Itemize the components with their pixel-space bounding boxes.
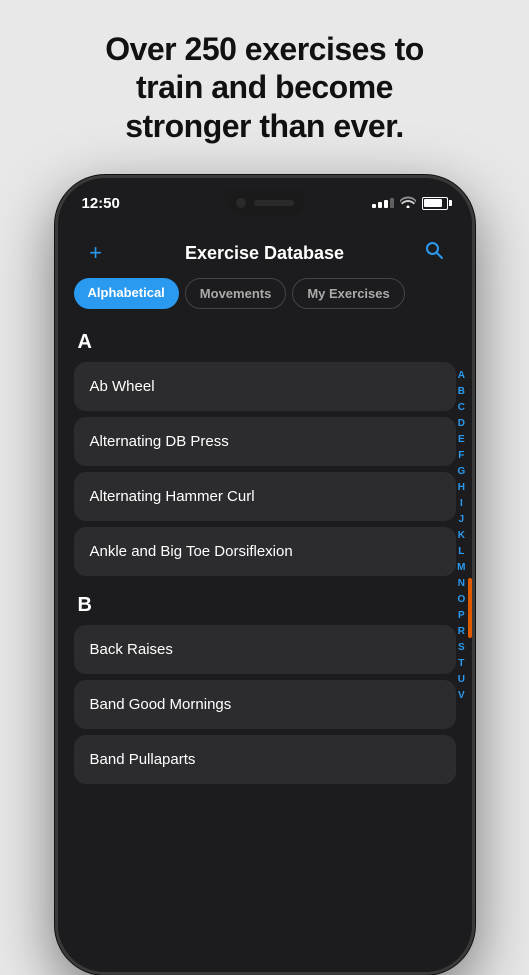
add-exercise-button[interactable]: + <box>78 240 114 266</box>
hero-line2: train and become <box>136 69 393 105</box>
alpha-c[interactable]: C <box>458 400 465 415</box>
alpha-e[interactable]: E <box>458 432 465 447</box>
search-button[interactable] <box>416 240 452 266</box>
alpha-d[interactable]: D <box>458 416 465 431</box>
alphabet-sidebar: A B C D E F G H I J K L M N O P R S T U <box>457 368 465 962</box>
scroll-indicator <box>468 578 472 638</box>
alpha-j[interactable]: J <box>459 512 465 527</box>
section-header-b: B <box>74 582 456 625</box>
exercise-item[interactable]: Alternating Hammer Curl <box>74 472 456 521</box>
exercise-item[interactable]: Back Raises <box>74 625 456 674</box>
status-icons <box>372 195 448 211</box>
exercise-item[interactable]: Band Pullaparts <box>74 735 456 784</box>
alpha-u[interactable]: U <box>458 672 465 687</box>
camera-dot <box>236 198 246 208</box>
alpha-i[interactable]: I <box>460 496 463 511</box>
speaker <box>254 200 294 206</box>
tab-alphabetical[interactable]: Alphabetical <box>74 278 179 309</box>
exercise-item[interactable]: Band Good Mornings <box>74 680 456 729</box>
alpha-o[interactable]: O <box>457 592 465 607</box>
alpha-r[interactable]: R <box>458 624 465 639</box>
alpha-f[interactable]: F <box>458 448 464 463</box>
status-bar: 12:50 <box>58 178 472 228</box>
signal-bars <box>372 198 394 208</box>
phone-frame: 12:50 <box>55 175 475 975</box>
alpha-s[interactable]: S <box>458 640 465 655</box>
app-header: + Exercise Database <box>58 228 472 274</box>
phone-container: 12:50 <box>55 175 475 975</box>
wifi-icon <box>400 195 416 211</box>
tab-movements[interactable]: Movements <box>185 278 287 309</box>
exercise-item[interactable]: Alternating DB Press <box>74 417 456 466</box>
alpha-t[interactable]: T <box>458 656 464 671</box>
camera-notch <box>225 190 305 216</box>
tab-my-exercises[interactable]: My Exercises <box>292 278 404 309</box>
alpha-v[interactable]: V <box>458 688 465 703</box>
hero-line3: stronger than ever. <box>125 108 404 144</box>
alpha-p[interactable]: P <box>458 608 465 623</box>
status-time: 12:50 <box>82 195 120 212</box>
alpha-n[interactable]: N <box>458 576 465 591</box>
exercises-list[interactable]: A Ab Wheel Alternating DB Press Alternat… <box>58 319 472 972</box>
hero-text: Over 250 exercises to train and become s… <box>0 0 529 165</box>
alpha-b[interactable]: B <box>458 384 465 399</box>
alpha-h[interactable]: H <box>458 480 465 495</box>
app-title: Exercise Database <box>114 243 416 264</box>
hero-line1: Over 250 exercises to <box>105 31 424 67</box>
alpha-l[interactable]: L <box>458 544 464 559</box>
exercise-item[interactable]: Ab Wheel <box>74 362 456 411</box>
alpha-a[interactable]: A <box>458 368 465 383</box>
app-screen: + Exercise Database Alphabetical Movemen… <box>58 228 472 972</box>
battery-icon <box>422 197 448 210</box>
alpha-g[interactable]: G <box>457 464 465 479</box>
exercise-item[interactable]: Ankle and Big Toe Dorsiflexion <box>74 527 456 576</box>
alpha-m[interactable]: M <box>457 560 465 575</box>
section-header-a: A <box>74 319 456 362</box>
tabs-row: Alphabetical Movements My Exercises <box>58 274 472 319</box>
alpha-k[interactable]: K <box>458 528 465 543</box>
